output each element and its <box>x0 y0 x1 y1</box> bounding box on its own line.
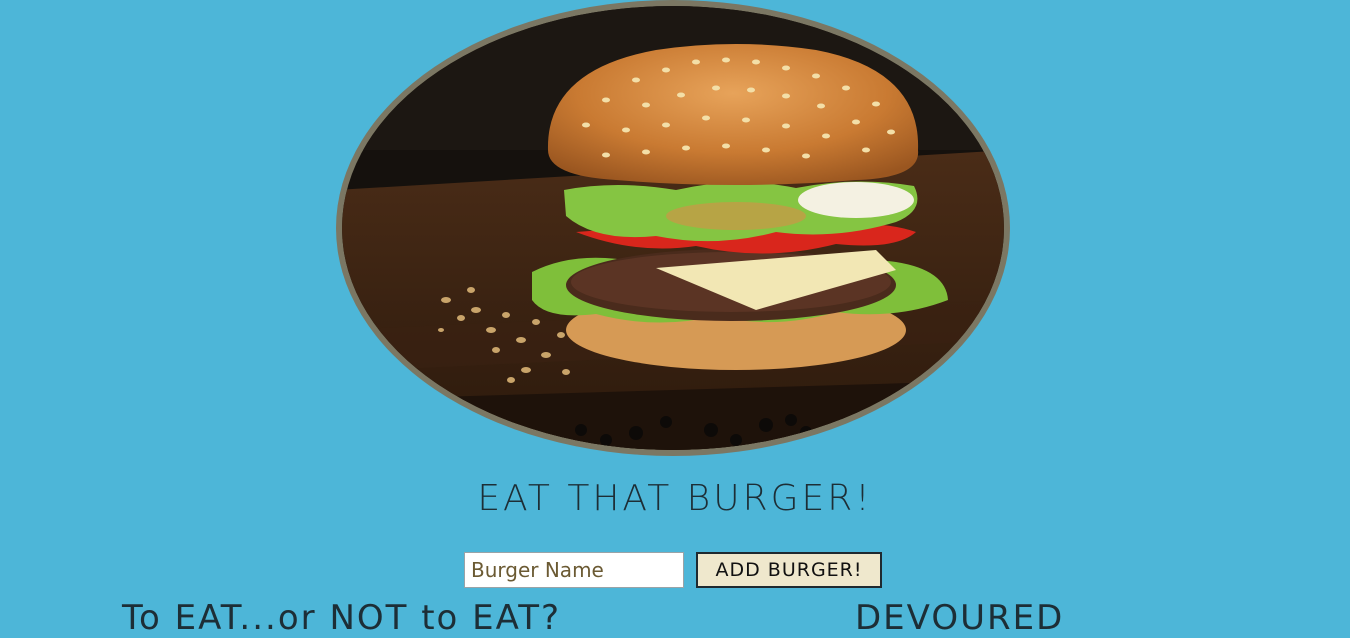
add-burger-form: ADD BURGER! <box>464 552 882 588</box>
burger-name-input[interactable] <box>464 552 684 588</box>
page-title: EAT THAT BURGER! <box>477 478 873 519</box>
hero-burger-image <box>336 0 1011 456</box>
add-burger-button[interactable]: ADD BURGER! <box>696 552 882 588</box>
to-eat-heading: To EAT...or NOT to EAT? <box>122 598 562 638</box>
devoured-heading: DEVOURED <box>855 598 1065 638</box>
burger-image-svg <box>336 0 1010 456</box>
